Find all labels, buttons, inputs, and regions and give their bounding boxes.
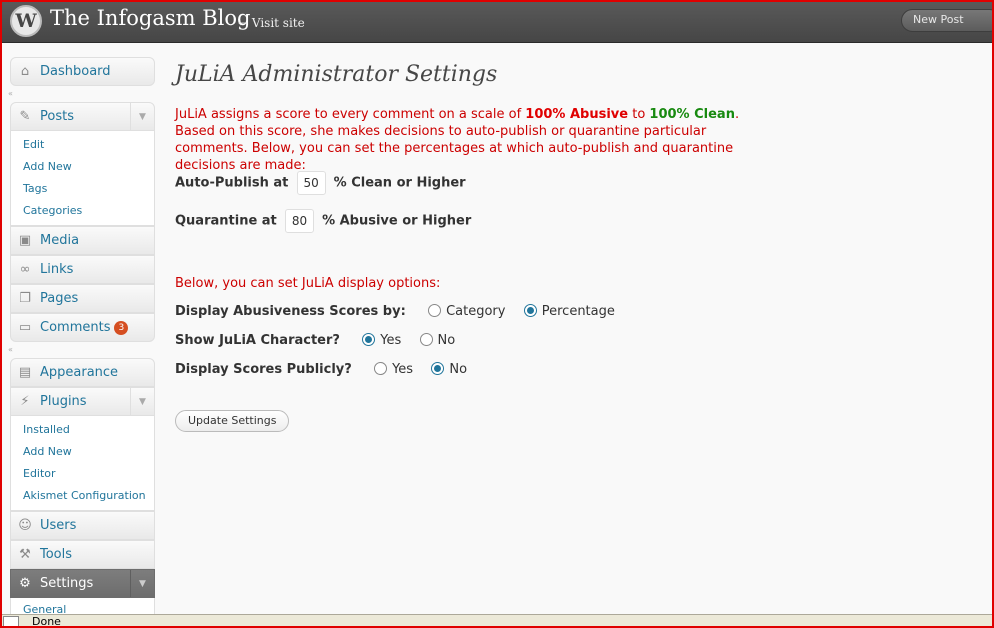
autopublish-row: Auto-Publish at 50 % Clean or Higher — [175, 171, 466, 195]
menu-plugins[interactable]: ⚡ Plugins ▼ — [10, 387, 155, 416]
radio-character-no-label[interactable]: No — [438, 333, 456, 348]
submenu-item-tags[interactable]: Tags — [11, 178, 154, 200]
tools-icon: ⚒ — [19, 547, 31, 562]
admin-header: W The Infogasm Blog ← Visit site New Pos… — [0, 0, 994, 43]
home-icon: ⌂ — [20, 64, 30, 79]
settings-icon: ⚙ — [19, 576, 31, 591]
menu-tools-label: Tools — [40, 547, 73, 562]
menu-appearance[interactable]: ▤ Appearance — [10, 358, 155, 387]
submenu-item-installed[interactable]: Installed — [11, 419, 154, 441]
quarantine-label: Quarantine at — [175, 213, 277, 229]
autopublish-suffix: % Clean or Higher — [333, 175, 466, 191]
main-content: JuLiA Administrator Settings JuLiA assig… — [175, 58, 775, 432]
visit-site-link[interactable]: ← Visit site — [238, 16, 305, 30]
display-options-note: Below, you can set JuLiA display options… — [175, 276, 441, 291]
posts-submenu: Edit Add New Tags Categories — [10, 131, 155, 226]
menu-pages[interactable]: ❐ Pages — [10, 284, 155, 313]
radio-character-no[interactable] — [419, 333, 433, 346]
plug-icon: ⚡ — [20, 394, 30, 409]
menu-posts-label: Posts — [40, 109, 74, 124]
speech-bubble-icon: ▭ — [18, 320, 32, 335]
quarantine-row: Quarantine at 80 % Abusive or Higher — [175, 209, 471, 233]
radio-percentage[interactable] — [523, 304, 537, 317]
radio-percentage-label[interactable]: Percentage — [542, 304, 615, 319]
menu-media-label: Media — [40, 233, 80, 248]
abusive-label: 100% Abusive — [525, 107, 629, 122]
plugins-submenu: Installed Add New Editor Akismet Configu… — [10, 416, 155, 511]
pushpin-icon: ✎ — [19, 109, 31, 124]
menu-settings-label: Settings — [40, 576, 94, 591]
collapse-arrow-icon: « — [8, 345, 13, 354]
radio-publicly-no-label[interactable]: No — [449, 362, 467, 377]
menu-tools[interactable]: ⚒ Tools — [10, 540, 155, 569]
menu-links-label: Links — [40, 262, 74, 277]
intro-text: JuLiA assigns a score to every comment o… — [175, 107, 740, 173]
menu-comments[interactable]: ▭ Comments 3 — [10, 313, 155, 342]
menu-users-label: Users — [40, 518, 77, 533]
display-publicly-label: Display Scores Publicly? — [175, 362, 352, 377]
collapse-arrow-icon: « — [8, 89, 13, 98]
users-icon: ☺ — [18, 518, 32, 533]
autopublish-label: Auto-Publish at — [175, 175, 289, 191]
radio-publicly-yes[interactable] — [374, 362, 388, 375]
menu-separator[interactable]: « — [8, 86, 155, 102]
chevron-down-icon[interactable]: ▼ — [130, 570, 154, 597]
chevron-down-icon[interactable]: ▼ — [130, 388, 154, 415]
appearance-icon: ▤ — [18, 365, 32, 380]
quarantine-suffix: % Abusive or Higher — [322, 213, 472, 229]
status-text: Done — [32, 615, 61, 628]
quarantine-input[interactable]: 80 — [284, 209, 314, 233]
radio-publicly-yes-label[interactable]: Yes — [392, 362, 413, 377]
menu-dashboard[interactable]: ⌂ Dashboard — [10, 57, 155, 86]
media-icon: ▣ — [18, 233, 32, 248]
comments-count-badge: 3 — [114, 320, 129, 335]
site-title: The Infogasm Blog — [50, 6, 251, 30]
radio-publicly-no[interactable] — [431, 362, 445, 375]
show-character-label: Show JuLiA Character? — [175, 333, 340, 348]
submenu-item-akismet-configuration[interactable]: Akismet Configuration — [11, 485, 154, 507]
show-character-row: Show JuLiA Character? Yes No — [175, 333, 455, 348]
display-scores-by-label: Display Abusiveness Scores by: — [175, 304, 406, 319]
submenu-item-categories[interactable]: Categories — [11, 200, 154, 222]
menu-appearance-label: Appearance — [40, 365, 119, 380]
link-icon: ∞ — [19, 262, 31, 277]
new-post-button[interactable]: New Post — [901, 9, 994, 32]
autopublish-input[interactable]: 50 — [296, 171, 326, 195]
submenu-item-editor[interactable]: Editor — [11, 463, 154, 485]
menu-pages-label: Pages — [40, 291, 79, 306]
page-title: JuLiA Administrator Settings — [175, 62, 498, 87]
menu-links[interactable]: ∞ Links — [10, 255, 155, 284]
menu-users[interactable]: ☺ Users — [10, 511, 155, 540]
menu-dashboard-label: Dashboard — [40, 64, 111, 79]
menu-comments-label: Comments — [40, 320, 111, 335]
update-settings-button[interactable]: Update Settings — [175, 410, 290, 432]
browser-status-bar: Done — [0, 614, 994, 628]
radio-character-yes[interactable] — [362, 333, 376, 346]
wordpress-logo-icon[interactable]: W — [10, 5, 42, 37]
radio-category-label[interactable]: Category — [446, 304, 505, 319]
submenu-item-add-new[interactable]: Add New — [11, 441, 154, 463]
page-status-icon — [3, 616, 19, 627]
pages-icon: ❐ — [19, 291, 31, 306]
display-publicly-row: Display Scores Publicly? Yes No — [175, 362, 467, 377]
menu-posts[interactable]: ✎ Posts ▼ — [10, 102, 155, 131]
submenu-item-edit[interactable]: Edit — [11, 134, 154, 156]
menu-plugins-label: Plugins — [40, 394, 87, 409]
display-scores-by-row: Display Abusiveness Scores by: Category … — [175, 304, 615, 319]
submenu-item-add-new[interactable]: Add New — [11, 156, 154, 178]
menu-media[interactable]: ▣ Media — [10, 226, 155, 255]
chevron-down-icon[interactable]: ▼ — [130, 103, 154, 130]
menu-settings[interactable]: ⚙ Settings ▼ — [10, 569, 155, 598]
radio-character-yes-label[interactable]: Yes — [380, 333, 401, 348]
radio-category[interactable] — [428, 304, 442, 317]
clean-label: 100% Clean — [649, 107, 735, 122]
menu-separator[interactable]: « — [8, 342, 155, 358]
admin-sidebar: ⌂ Dashboard « ✎ Posts ▼ Edit Add New Tag… — [8, 57, 155, 625]
